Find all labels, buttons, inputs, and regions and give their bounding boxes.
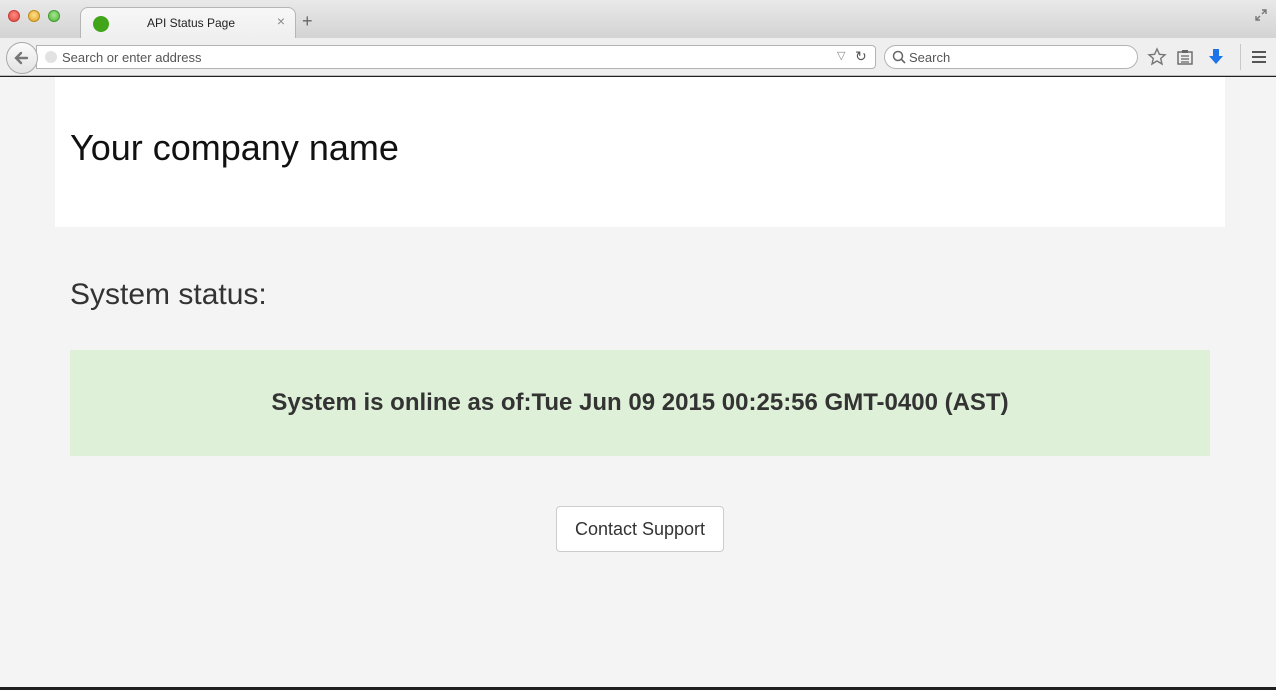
back-button[interactable]	[6, 42, 38, 74]
bookmark-star-icon[interactable]	[1147, 47, 1167, 67]
address-input[interactable]: Search or enter address	[62, 50, 201, 65]
menu-icon[interactable]	[1249, 47, 1269, 67]
zoom-window-button[interactable]	[48, 10, 60, 22]
page-header: Your company name	[55, 77, 1225, 227]
browser-tab-active[interactable]: API Status Page ×	[80, 7, 296, 38]
company-name: Your company name	[70, 127, 399, 168]
back-arrow-icon	[14, 51, 29, 65]
minimize-window-button[interactable]	[28, 10, 40, 22]
fullscreen-icon[interactable]	[1254, 8, 1268, 22]
status-banner: System is online as of:Tue Jun 09 2015 0…	[70, 350, 1210, 456]
page-viewport: Your company name System status: System …	[0, 77, 1276, 687]
status-heading: System status:	[70, 278, 267, 311]
navigation-toolbar: Search or enter address ▽ ↻ Search	[0, 38, 1276, 76]
reading-list-icon[interactable]	[1175, 47, 1195, 67]
search-input[interactable]: Search	[909, 50, 950, 65]
tab-title: API Status Page	[146, 16, 236, 30]
address-bar[interactable]: Search or enter address ▽ ↻	[36, 45, 876, 69]
contact-support-button[interactable]: Contact Support	[556, 506, 724, 552]
reload-icon[interactable]: ↻	[855, 48, 867, 65]
download-icon[interactable]	[1206, 47, 1226, 67]
dropdown-icon[interactable]: ▽	[837, 49, 845, 62]
close-window-button[interactable]	[8, 10, 20, 22]
window-titlebar: API Status Page × +	[0, 0, 1276, 38]
globe-icon	[45, 51, 57, 63]
search-icon	[892, 50, 906, 64]
toolbar-divider	[1240, 44, 1241, 70]
status-message: System is online as of:Tue Jun 09 2015 0…	[271, 389, 1009, 416]
new-tab-button[interactable]: +	[302, 12, 313, 30]
favicon-icon	[93, 16, 109, 32]
tab-close-icon[interactable]: ×	[277, 14, 285, 28]
search-bar[interactable]: Search	[884, 45, 1138, 69]
